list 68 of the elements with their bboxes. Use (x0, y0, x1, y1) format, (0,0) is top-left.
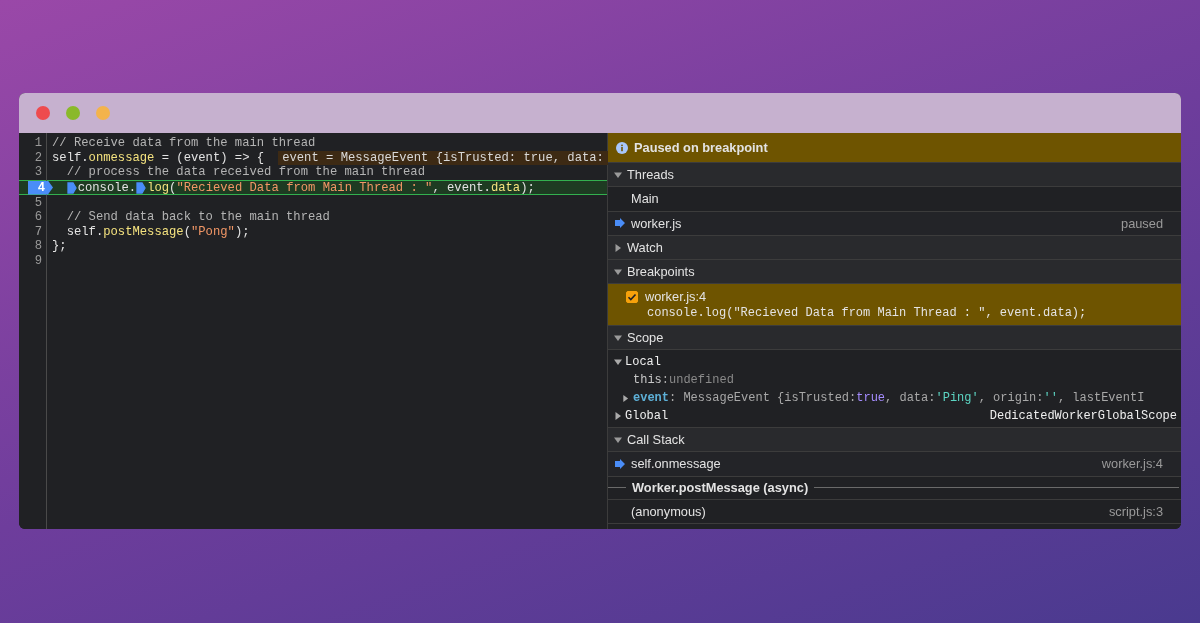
inline-value: event = MessageEvent {isTrusted: true, data: (278, 150, 608, 165)
frame-location: worker.js:4 (1101, 456, 1163, 472)
line-number: 8 (34, 239, 43, 254)
line-number: 6 (34, 210, 43, 225)
scope-item[interactable]: Global DedicatedWorkerGlobalScope (608, 407, 1181, 425)
collapsed-triangle-icon (614, 412, 622, 420)
expanded-triangle-icon (614, 358, 622, 366)
code-text: log (147, 180, 170, 195)
async-separator: Worker.postMessage (async) (631, 480, 810, 495)
thread-status: paused (1121, 215, 1163, 231)
breakpoint-checkbox[interactable] (626, 290, 638, 303)
expanded-triangle-icon (614, 333, 622, 342)
section-title: Breakpoints (627, 264, 695, 279)
collapsed-triangle-icon (614, 243, 622, 252)
thread-item[interactable]: worker.js paused (608, 211, 1181, 236)
call-frame[interactable]: self.onmessage worker.js:4 (608, 452, 1181, 477)
info-icon (616, 141, 628, 154)
section-header[interactable]: Scope (608, 326, 1181, 350)
banner-text: Paused on breakpoint (634, 140, 768, 155)
line-number: 3 (34, 165, 43, 180)
code-text: onmessage (88, 150, 155, 165)
section-header[interactable]: Watch (608, 236, 1181, 260)
code-text: "Recieved Data from Main Thread : " (176, 180, 433, 195)
code-comment: // process the data received from the main thread (65, 165, 425, 180)
line-number: 9 (34, 254, 43, 269)
code-text: self. (52, 150, 89, 165)
section-title: Watch (627, 240, 663, 255)
expanded-triangle-icon (614, 267, 622, 276)
line-number: 7 (34, 224, 43, 239)
current-arrow-icon (614, 458, 625, 469)
collapsed-triangle-icon (622, 394, 629, 402)
code-comment: // Receive data from the main thread (52, 136, 316, 151)
code-text: = (event) => { (160, 150, 265, 165)
section-header[interactable]: Breakpoints (608, 260, 1181, 284)
code-text: postMessage (103, 224, 184, 239)
section-header[interactable]: Threads (608, 163, 1181, 187)
code-text: ( (169, 180, 177, 195)
code-text: ( (183, 224, 191, 239)
breakpoint-location: worker.js:4 (645, 289, 707, 304)
code-text: ); (520, 180, 535, 195)
line-number: 5 (34, 195, 43, 210)
line-number: 1 (34, 136, 43, 151)
section-title: Scope (627, 330, 664, 345)
breakpoint-item[interactable]: worker.js:4 console.log("Recieved Data from Main Thread : ", event.data); (608, 284, 1181, 326)
section-header[interactable]: Call Stack (608, 428, 1181, 452)
code-text: , event. (432, 180, 491, 195)
breakpoint-code: console.log("Recieved Data from Main Thread : ", event.data); (646, 306, 1088, 320)
step-marker-icon[interactable] (136, 181, 147, 194)
current-arrow-icon (614, 218, 625, 229)
step-marker-icon[interactable] (66, 181, 77, 194)
section-title: Call Stack (627, 432, 685, 447)
code-text: data (490, 180, 521, 195)
scope-variable[interactable]: event: MessageEvent {isTrusted:true, data:'Ping', origin:'', lastEventI (608, 389, 1181, 407)
frame-location: script.js:3 (1108, 503, 1163, 519)
code-text: }; (52, 239, 67, 254)
code-text: self. (65, 224, 104, 239)
scope-variable[interactable]: this:undefined (608, 371, 1181, 389)
expanded-triangle-icon (614, 170, 622, 179)
code-comment: // Send data back to the main thread (65, 210, 330, 225)
code-text: "Pong" (191, 224, 235, 239)
expanded-triangle-icon (614, 435, 622, 444)
code-text: ); (234, 224, 250, 239)
code-text: console. (77, 180, 137, 195)
call-frame[interactable]: (anonymous) script.js:3 (608, 499, 1181, 524)
scope-item[interactable]: Local (608, 353, 1181, 371)
section-title: Threads (627, 167, 674, 182)
line-number: 2 (34, 150, 43, 165)
thread-item[interactable]: Main (608, 187, 1181, 212)
